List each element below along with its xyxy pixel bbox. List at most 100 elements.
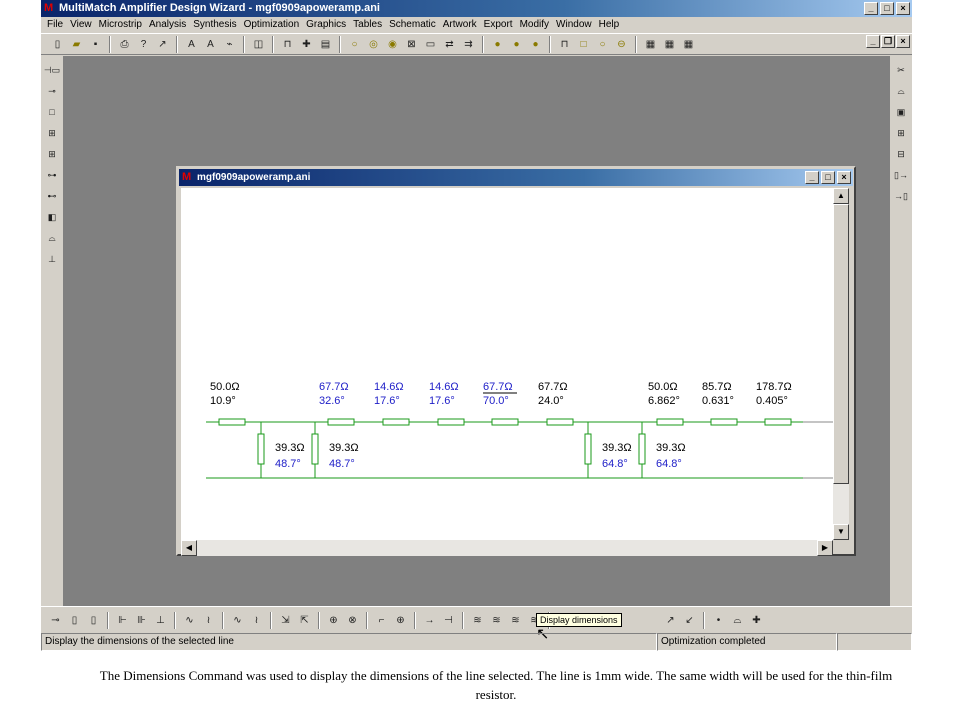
maximize-button[interactable]: □: [880, 2, 894, 15]
tee-b-icon[interactable]: ✚: [748, 612, 765, 629]
step-icon[interactable]: ⌓: [44, 230, 61, 247]
scroll-right-icon[interactable]: ▶: [817, 540, 833, 556]
menu-tables[interactable]: Tables: [351, 17, 387, 33]
circle-r-icon[interactable]: ◎: [365, 36, 382, 53]
menu-microstrip[interactable]: Microstrip: [97, 17, 147, 33]
stub-open-icon[interactable]: ⊶: [44, 167, 61, 184]
cross-icon[interactable]: ✚: [298, 36, 315, 53]
layout-a-icon[interactable]: ▦: [642, 36, 659, 53]
vertical-scrollbar[interactable]: ▲ ▼: [833, 188, 849, 540]
app-title-bar[interactable]: M MultiMatch Amplifier Design Wizard - m…: [41, 0, 912, 17]
shunt-l-icon[interactable]: ≀: [200, 612, 217, 629]
child-minimize-button[interactable]: _: [805, 171, 819, 184]
menu-modify[interactable]: Modify: [518, 17, 554, 33]
layout-c-icon[interactable]: ▦: [680, 36, 697, 53]
help-pointer-icon[interactable]: ?: [135, 36, 152, 53]
minus-box-icon[interactable]: ⊟: [893, 146, 910, 163]
menu-graphics[interactable]: Graphics: [304, 17, 351, 33]
minimize-button[interactable]: _: [864, 2, 878, 15]
device-b-icon[interactable]: ⊗: [344, 612, 361, 629]
menu-export[interactable]: Export: [482, 17, 518, 33]
tee-icon[interactable]: ⊥: [44, 251, 61, 268]
new-file-icon[interactable]: ▯: [49, 36, 66, 53]
stub-icon[interactable]: ⊓: [279, 36, 296, 53]
tune-icon[interactable]: ↗: [154, 36, 171, 53]
schematic-drawing[interactable]: 50.0Ω 10.9° 67.7Ω 32.6° 14.6Ω 17.6° 14.6Ω 17.6°…: [181, 188, 833, 540]
coupler-cir-icon[interactable]: ⊞: [44, 125, 61, 142]
open-folder-icon[interactable]: ▰: [68, 36, 85, 53]
shunt-rlc-icon[interactable]: ≀: [248, 612, 265, 629]
menu-schematic[interactable]: Schematic: [387, 17, 441, 33]
shunt-c-icon[interactable]: ⊥: [152, 612, 169, 629]
scroll-up-icon[interactable]: ▲: [833, 188, 849, 204]
series-c-icon[interactable]: ⊩: [114, 612, 131, 629]
smith-dot-icon[interactable]: ●: [527, 36, 544, 53]
close-button[interactable]: ×: [896, 2, 910, 15]
box-x-icon[interactable]: ⊠: [403, 36, 420, 53]
stub-short-icon[interactable]: ⊷: [44, 188, 61, 205]
component-icon[interactable]: ◫: [250, 36, 267, 53]
series-rlc-icon[interactable]: ∿: [229, 612, 246, 629]
dim-arrow-a-icon[interactable]: ↗: [662, 612, 679, 629]
transformer-a-icon[interactable]: ⇲: [277, 612, 294, 629]
analysis-a-icon[interactable]: A: [183, 36, 200, 53]
smith-y-icon[interactable]: ●: [489, 36, 506, 53]
coupled-a-icon[interactable]: ≋: [469, 612, 486, 629]
menu-file[interactable]: File: [45, 17, 68, 33]
smith-z-icon[interactable]: ●: [508, 36, 525, 53]
dim-arrow-b-icon[interactable]: ↙: [681, 612, 698, 629]
menu-artwork[interactable]: Artwork: [441, 17, 482, 33]
schematic-window-title-bar[interactable]: M mgf0909apoweramp.ani _ □ ×: [179, 169, 853, 186]
save-icon[interactable]: ▪: [87, 36, 104, 53]
graph-icon[interactable]: ⌁: [221, 36, 238, 53]
scissors-icon[interactable]: ✂: [893, 62, 910, 79]
menu-window[interactable]: Window: [554, 17, 597, 33]
bend-icon[interactable]: ⌓: [893, 83, 910, 100]
minus-circle-icon[interactable]: ⊖: [613, 36, 630, 53]
cross-a-icon[interactable]: ⊕: [392, 612, 409, 629]
menu-optimization[interactable]: Optimization: [242, 17, 305, 33]
ring-icon[interactable]: ○: [594, 36, 611, 53]
shunt-line-icon[interactable]: ⊸: [44, 83, 61, 100]
arrows-icon[interactable]: ⇉: [460, 36, 477, 53]
pulse-icon[interactable]: ⊓: [556, 36, 573, 53]
pad-icon[interactable]: ▣: [893, 104, 910, 121]
vertical-scroll-thumb[interactable]: [833, 204, 849, 484]
series-r-icon[interactable]: ⊸: [47, 612, 64, 629]
plus-box-icon[interactable]: ⊞: [893, 125, 910, 142]
port-in-icon[interactable]: ▯→: [893, 167, 910, 184]
series-line-icon[interactable]: ⊣▭: [44, 62, 61, 79]
print-icon[interactable]: ⎙: [116, 36, 133, 53]
shunt-r2-icon[interactable]: ▯: [85, 612, 102, 629]
device-a-icon[interactable]: ⊕: [325, 612, 342, 629]
swap-icon[interactable]: ⇄: [441, 36, 458, 53]
child-maximize-button[interactable]: □: [821, 171, 835, 184]
rect-element-icon[interactable]: □: [44, 104, 61, 121]
scroll-left-icon[interactable]: ◀: [181, 540, 197, 556]
shunt-r-icon[interactable]: ▯: [66, 612, 83, 629]
menu-analysis[interactable]: Analysis: [147, 17, 191, 33]
scroll-down-icon[interactable]: ▼: [833, 524, 849, 540]
bend-a-icon[interactable]: ⌐: [373, 612, 390, 629]
menu-view[interactable]: View: [68, 17, 97, 33]
child-close-button[interactable]: ×: [837, 171, 851, 184]
series-l-icon[interactable]: ∿: [181, 612, 198, 629]
square-icon[interactable]: □: [575, 36, 592, 53]
port-out-icon[interactable]: →▯: [893, 188, 910, 205]
coupled-b-icon[interactable]: ≋: [488, 612, 505, 629]
table-icon[interactable]: ▤: [317, 36, 334, 53]
dot-line-icon[interactable]: •: [710, 612, 727, 629]
analysis-b-icon[interactable]: A: [202, 36, 219, 53]
menu-synthesis[interactable]: Synthesis: [191, 17, 241, 33]
menu-help[interactable]: Help: [597, 17, 625, 33]
arrow-b-icon[interactable]: ⊣: [440, 612, 457, 629]
target-icon[interactable]: ◉: [384, 36, 401, 53]
schematic-canvas[interactable]: 50.0Ω 10.9° 67.7Ω 32.6° 14.6Ω 17.6° 14.6Ω 17.6°…: [181, 188, 833, 540]
via-icon[interactable]: ◧: [44, 209, 61, 226]
arrow-a-icon[interactable]: →: [421, 612, 438, 629]
coupled-c-icon[interactable]: ≋: [507, 612, 524, 629]
layout-b-icon[interactable]: ▦: [661, 36, 678, 53]
series-c2-icon[interactable]: ⊪: [133, 612, 150, 629]
block-icon[interactable]: ▭: [422, 36, 439, 53]
circle-icon[interactable]: ○: [346, 36, 363, 53]
